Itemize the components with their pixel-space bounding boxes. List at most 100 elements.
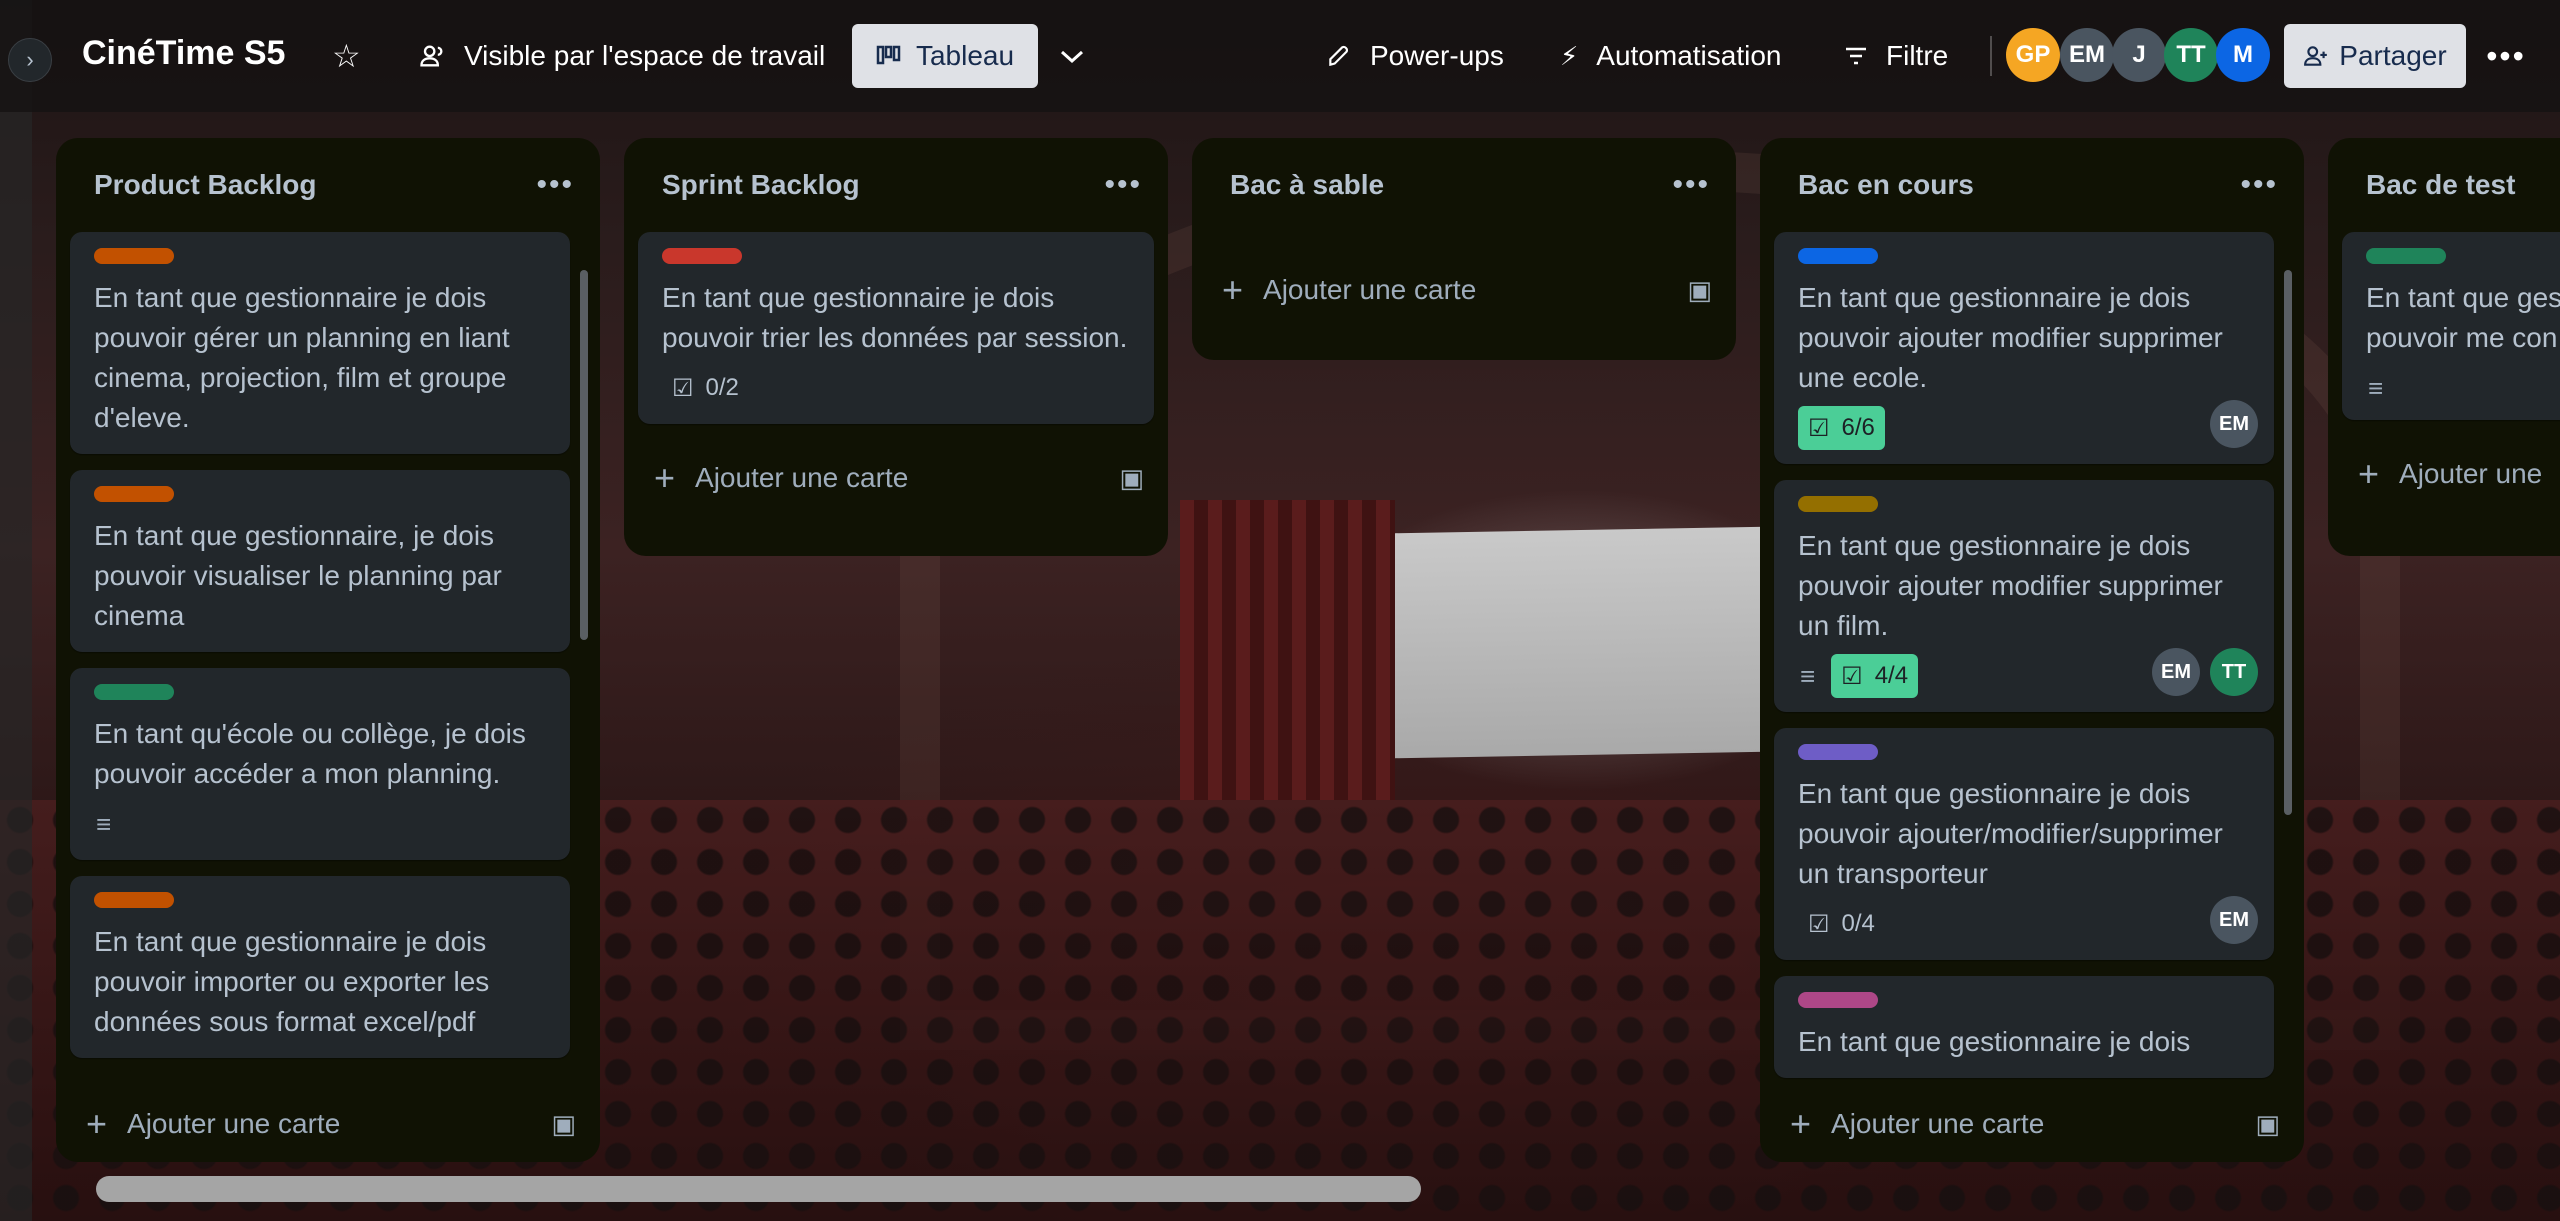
add-card-label: Ajouter une xyxy=(2399,458,2543,489)
avatar[interactable]: TT xyxy=(2210,648,2258,696)
card-label[interactable] xyxy=(94,892,174,908)
card[interactable]: En tant que gestionnaire, je dois pouvoi… xyxy=(70,470,570,652)
avatar[interactable]: EM xyxy=(2060,28,2114,82)
card-label[interactable] xyxy=(1798,248,1878,264)
add-card-button[interactable]: + Ajouter une carte ▣ xyxy=(624,440,1168,516)
avatar[interactable]: GP xyxy=(2006,28,2060,82)
collapsed-sidebar xyxy=(0,0,32,1221)
view-label: Tableau xyxy=(915,40,1015,71)
avatar[interactable]: EM xyxy=(2210,400,2258,448)
card[interactable]: En tant que gestionnaire je dois pouvoir… xyxy=(1774,232,2274,464)
more-icon: ••• xyxy=(2486,37,2526,74)
share-label: Partager xyxy=(2339,40,2447,71)
card-title: pouvoir me con xyxy=(2366,322,2558,353)
list-title[interactable]: Bac de test xyxy=(2366,169,2515,201)
powerups-button[interactable]: Power-ups xyxy=(1326,30,1504,82)
card-template-icon[interactable]: ▣ xyxy=(551,1109,576,1140)
card-template-icon[interactable]: ▣ xyxy=(1687,275,1712,306)
avatar[interactable]: TT xyxy=(2164,28,2218,82)
card[interactable]: En tant qu'école ou collège, je dois pou… xyxy=(70,668,570,860)
add-card-button[interactable]: + Ajouter une carte ▣ xyxy=(56,1086,600,1162)
card[interactable]: En tant que ges pouvoir me con ≡ xyxy=(2342,232,2560,420)
card-title: En tant que gestionnaire je dois pouvoir… xyxy=(1798,778,2223,889)
card[interactable]: En tant que gestionnaire je dois pouvoir… xyxy=(70,232,570,454)
board-icon xyxy=(876,45,902,67)
card[interactable]: En tant que gestionnaire je dois pouvoir… xyxy=(70,876,570,1058)
filter-icon xyxy=(1844,45,1868,67)
card[interactable]: En tant que gestionnaire je dois pouvoir… xyxy=(1774,728,2274,960)
add-card-label: Ajouter une carte xyxy=(1263,274,1477,305)
list-menu-button[interactable]: ••• xyxy=(1104,168,1142,202)
description-icon: ≡ xyxy=(2368,372,2384,403)
card-label[interactable] xyxy=(1798,744,1878,760)
list-menu-button[interactable]: ••• xyxy=(2240,168,2278,202)
card[interactable]: En tant que gestionnaire je dois pouvoir… xyxy=(638,232,1154,424)
add-card-button[interactable]: + Ajouter une xyxy=(2328,436,2560,512)
star-icon: ☆ xyxy=(332,38,361,74)
share-button[interactable]: Partager xyxy=(2284,24,2466,88)
list-bac-en-cours: Bac en cours ••• En tant que gestionnair… xyxy=(1760,138,2304,1162)
rocket-icon xyxy=(1326,43,1352,69)
list-product-backlog: Product Backlog ••• En tant que gestionn… xyxy=(56,138,600,1162)
filter-button[interactable]: Filtre xyxy=(1844,30,1948,82)
avatar[interactable]: J xyxy=(2112,28,2166,82)
list-title[interactable]: Product Backlog xyxy=(94,169,316,201)
add-card-button[interactable]: + Ajouter une carte ▣ xyxy=(1192,252,1736,328)
card-label[interactable] xyxy=(1798,992,1878,1008)
checklist-badge: ☑ 6/6 xyxy=(1798,406,1885,450)
checklist-badge: ☑ 0/4 xyxy=(1808,910,1875,938)
card[interactable]: En tant que gestionnaire je dois xyxy=(1774,976,2274,1078)
expand-sidebar-button[interactable]: › xyxy=(8,38,52,82)
board-title[interactable]: CinéTime S5 xyxy=(82,34,285,73)
avatar[interactable]: M xyxy=(2216,28,2270,82)
list-menu-button[interactable]: ••• xyxy=(1672,168,1710,202)
list-title[interactable]: Sprint Backlog xyxy=(662,169,860,201)
card[interactable]: En tant que gestionnaire je dois pouvoir… xyxy=(1774,480,2274,712)
chevron-right-icon: › xyxy=(26,47,34,72)
checkbox-icon: ☑ xyxy=(1808,414,1830,442)
card-template-icon[interactable]: ▣ xyxy=(1119,463,1144,494)
card-label[interactable] xyxy=(662,248,742,264)
plus-icon: + xyxy=(2358,453,2380,494)
list-scrollbar[interactable] xyxy=(580,270,588,640)
list-scrollbar[interactable] xyxy=(2284,270,2292,815)
card-title: En tant que gestionnaire je dois pouvoir… xyxy=(94,926,490,1037)
card-label[interactable] xyxy=(1798,496,1878,512)
checklist-badge: ☑ 4/4 xyxy=(1831,654,1919,698)
avatar[interactable]: EM xyxy=(2210,896,2258,944)
card-label[interactable] xyxy=(2366,248,2446,264)
list-title[interactable]: Bac à sable xyxy=(1230,169,1384,201)
visibility-label: Visible par l'espace de travail xyxy=(464,40,826,71)
list-sprint-backlog: Sprint Backlog ••• En tant que gestionna… xyxy=(624,138,1168,556)
automation-button[interactable]: ⚡ Automatisation xyxy=(1560,30,1781,82)
checkbox-icon: ☑ xyxy=(1841,662,1863,690)
list-bac-a-sable: Bac à sable ••• + Ajouter une carte ▣ xyxy=(1192,138,1736,360)
card-title: En tant que gestionnaire je dois xyxy=(1798,1026,2191,1057)
star-button[interactable]: ☆ xyxy=(332,30,372,82)
card-template-icon[interactable]: ▣ xyxy=(2255,1109,2280,1140)
board-menu-button[interactable]: ••• xyxy=(2478,28,2534,84)
view-switcher-button[interactable] xyxy=(1058,30,1098,82)
description-icon: ≡ xyxy=(96,808,112,839)
card-title: En tant que gestionnaire je dois pouvoir… xyxy=(1798,282,2223,393)
list-title[interactable]: Bac en cours xyxy=(1798,169,1974,201)
people-icon xyxy=(414,42,450,70)
plus-icon: + xyxy=(86,1103,108,1144)
card-title: En tant que gestionnaire je dois pouvoir… xyxy=(1798,530,2223,641)
card-label[interactable] xyxy=(94,684,174,700)
card-title: En tant que gestionnaire je dois pouvoir… xyxy=(94,282,510,433)
card-title: En tant que gestionnaire je dois pouvoir… xyxy=(662,282,1128,353)
view-board-button[interactable]: Tableau xyxy=(852,24,1038,88)
background-cinema-screen xyxy=(1395,526,1765,759)
add-card-button[interactable]: + Ajouter une carte ▣ xyxy=(1760,1086,2304,1162)
visibility-button[interactable]: Visible par l'espace de travail xyxy=(414,30,825,82)
list-menu-button[interactable]: ••• xyxy=(536,168,574,202)
avatar[interactable]: EM xyxy=(2152,648,2200,696)
board-horizontal-scrollbar[interactable] xyxy=(96,1176,1421,1202)
add-card-label: Ajouter une carte xyxy=(127,1108,341,1139)
plus-icon: + xyxy=(1222,269,1244,310)
description-icon: ≡ xyxy=(1800,660,1816,691)
card-label[interactable] xyxy=(94,486,174,502)
powerups-label: Power-ups xyxy=(1370,40,1504,71)
card-label[interactable] xyxy=(94,248,174,264)
